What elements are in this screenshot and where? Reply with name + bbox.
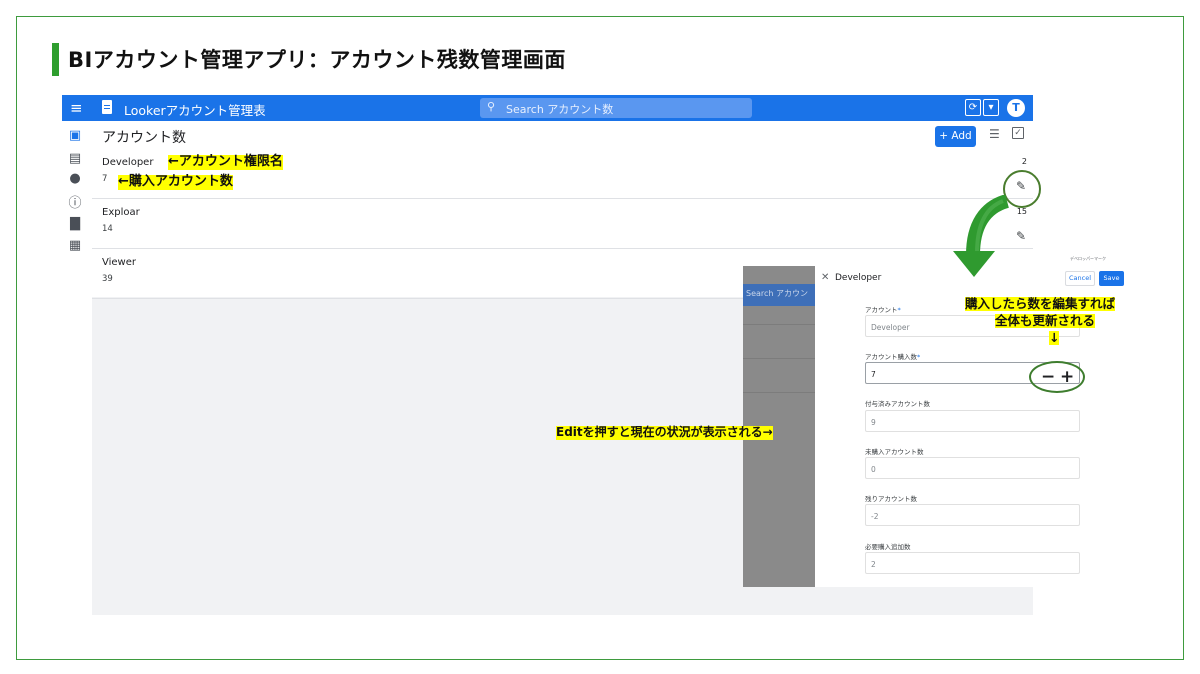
row-value: 14 [102,224,113,234]
dropdown-button[interactable]: ▾ [983,99,999,116]
divider [743,358,815,359]
save-button[interactable]: Save [1099,271,1124,286]
field-label-required-additional: 必要購入追加数 [865,543,911,551]
remaining-count-field[interactable]: -2 [865,504,1080,526]
edit-annotation: Editを押すと現在の状況が表示される→ [556,425,773,440]
unpurchased-count-field[interactable]: 0 [865,457,1080,479]
minus-icon[interactable]: − [1041,367,1055,387]
field-label-purchased: アカウント購入数* [865,353,921,361]
quantity-stepper[interactable]: − + [1029,361,1085,393]
sidebar-clipboard-icon[interactable]: ▤ [68,152,82,166]
sidebar-info-icon[interactable]: ⓘ [68,197,82,211]
panel-title: Developer [835,273,882,283]
add-button[interactable]: + Add [935,126,976,147]
update-annotation-line2: 全体も更新される [995,313,1096,329]
down-arrow-annotation: ↓ [1049,330,1060,346]
sidebar: ▣ ▤ ● ⓘ ▇ ▦ [62,121,92,615]
clipboard-icon [102,100,112,114]
hamburger-menu-icon[interactable]: ≡ [70,99,83,117]
select-checkbox-icon[interactable]: ✓ [1012,127,1024,139]
purchase-count-annotation: ←購入アカウント数 [118,174,233,190]
sidebar-check-icon[interactable]: ● [68,172,82,186]
close-icon[interactable]: ✕ [821,272,829,283]
row-value: 7 [102,174,108,184]
row-name: Developer [102,157,154,168]
granted-count-field[interactable]: 9 [865,410,1080,432]
slide-title: BIアカウント管理アプリ：アカウント残数管理画面 [68,48,566,72]
row-name: Exploar [102,207,140,218]
search-input[interactable]: ⚲ Search アカウント数 [480,98,752,118]
add-label: Add [951,130,972,142]
row-count: 2 [1021,157,1027,166]
filter-icon[interactable]: ☰ [989,127,1000,141]
dimmed-toolbar: Search アカウン [743,284,815,306]
search-icon: ⚲ [487,100,496,113]
cancel-button[interactable]: Cancel [1065,271,1095,286]
field-label-unpurchased: 未購入アカウント数 [865,448,924,456]
sidebar-dashboard-icon[interactable]: ▦ [68,239,82,253]
row-name: Viewer [102,257,136,268]
row-value: 39 [102,274,113,284]
sidebar-feedback-icon[interactable]: ▇ [68,217,82,231]
app-toolbar: ≡ Lookerアカウント管理表 ⚲ Search アカウント数 ⟳ ▾ T [62,95,1033,121]
field-label-remaining: 残りアカウント数 [865,495,917,503]
divider [743,324,815,325]
field-label-granted: 付与済みアカウント数 [865,400,930,408]
list-item[interactable]: Exploar 14 15 ✎ [92,199,1033,249]
app-title: Lookerアカウント管理表 [124,103,266,118]
title-accent-bar [52,43,59,76]
avatar[interactable]: T [1007,99,1025,117]
sync-button[interactable]: ⟳ [965,99,981,116]
list-title: アカウント数 [102,130,186,146]
developer-mark-label: デベロッパーマーク [1070,256,1106,261]
sidebar-calendar-icon[interactable]: ▣ [68,129,82,143]
search-placeholder: Search アカウント数 [506,103,614,116]
curved-arrow-icon [953,195,1010,277]
update-annotation-line1: 購入したら数を編集すれば [965,296,1116,312]
divider [743,392,815,393]
field-label-account: アカウント* [865,306,901,314]
dimmed-search-text: Search アカウン [746,289,809,298]
required-additional-field[interactable]: 2 [865,552,1080,574]
plus-icon[interactable]: + [1060,367,1074,387]
role-name-annotation: ←アカウント権限名 [168,154,283,170]
